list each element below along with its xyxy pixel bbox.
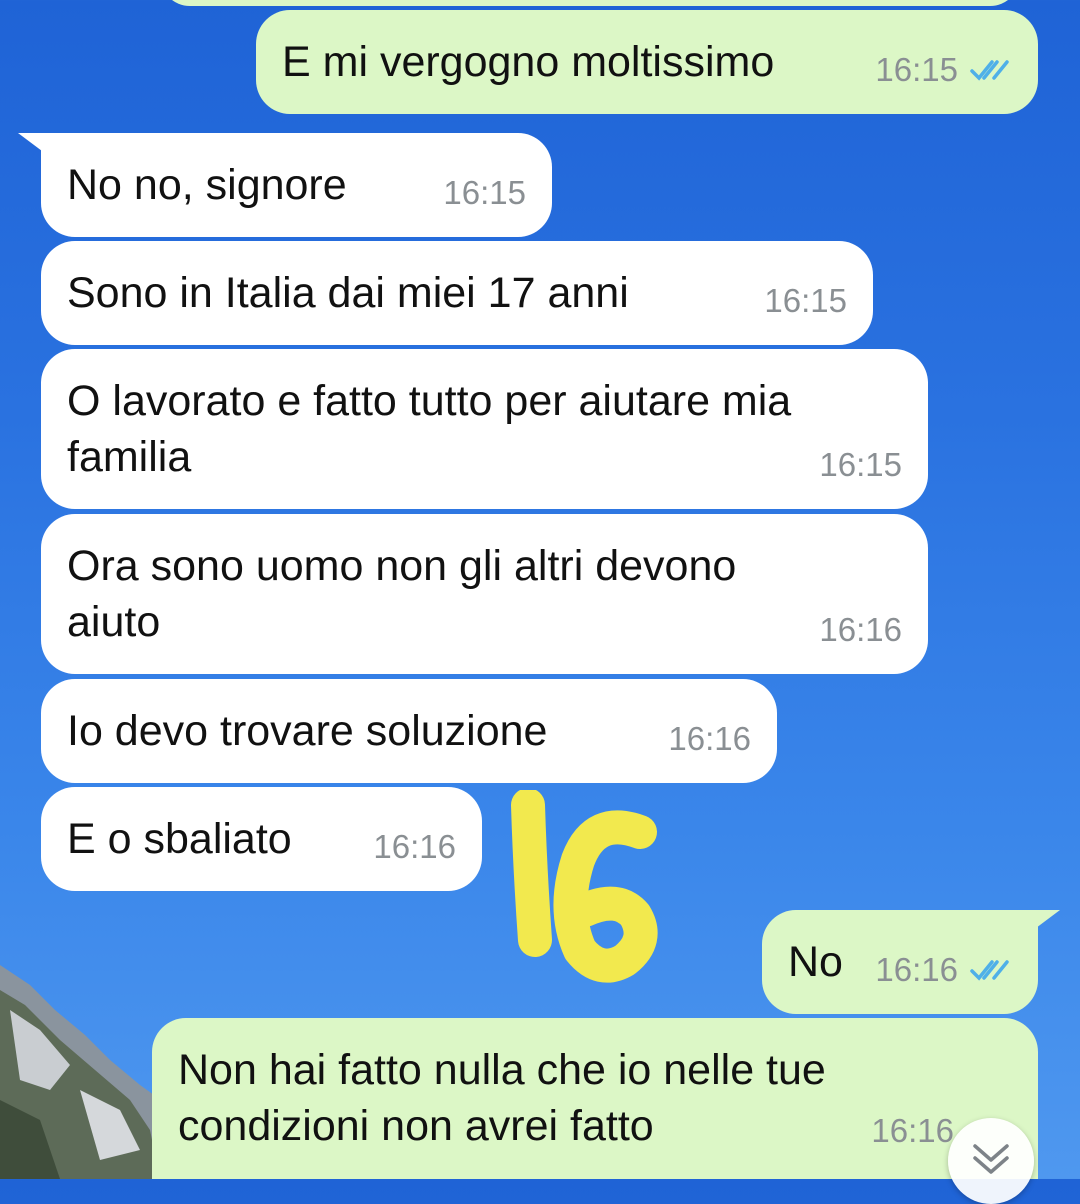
message-time: 16:16 [819,611,902,648]
scroll-to-bottom-button[interactable] [948,1118,1034,1204]
message-bubble-incoming[interactable]: Io devo trovare soluzione 16:16 [41,679,777,783]
message-bubble-incoming[interactable]: Ora sono uomo non gli altri devono aiuto… [41,514,928,674]
message-bubble-incoming[interactable]: O lavorato e fatto tutto per aiutare mia… [41,349,928,509]
message-bubble-incoming[interactable]: Sono in Italia dai miei 17 anni 16:15 [41,241,873,345]
message-meta: 16:16 [668,711,751,767]
message-time: 16:16 [875,951,958,988]
message-text: Sono in Italia dai miei 17 anni [67,269,629,317]
message-text: O lavorato e fatto tutto per aiutare mia… [67,377,792,481]
message-time: 16:15 [819,446,902,483]
message-time: 16:15 [875,51,958,88]
message-time: 16:16 [871,1112,954,1149]
read-receipt-icon [970,960,1009,981]
message-time: 16:16 [373,828,456,865]
sticker-text: 16 [500,790,502,791]
message-meta: 16:15 [819,437,902,493]
message-meta: 16:15 [764,273,847,329]
message-time: 16:16 [668,720,751,757]
message-time: 16:15 [764,282,847,319]
message-bubble-incoming[interactable]: No no, signore 16:15 [41,133,552,237]
read-receipt-icon [970,60,1009,81]
previous-message-edge [160,0,1020,6]
double-chevron-down-icon [973,1144,1009,1174]
message-meta: 16:16 [373,819,456,875]
message-time: 16:15 [443,174,526,211]
handwritten-16-sticker: 16 [500,790,658,983]
message-meta: 16:15 [443,165,526,221]
message-bubble-outgoing[interactable]: E mi vergogno moltissimo 16:15 [256,10,1038,114]
message-bubble-incoming[interactable]: E o sbaliato 16:16 [41,787,482,891]
message-text: Ora sono uomo non gli altri devono aiuto [67,542,737,646]
message-text: Io devo trovare soluzione [67,707,548,755]
message-bubble-outgoing[interactable]: Non hai fatto nulla che io nelle tue con… [152,1018,1038,1179]
message-bubble-outgoing[interactable]: No 16:16 [762,910,1038,1014]
message-meta: 16:16 [875,942,1012,998]
message-meta: 16:16 [819,602,902,658]
message-meta: 16:15 [875,42,1012,98]
message-meta: 16:16 [871,1103,954,1159]
